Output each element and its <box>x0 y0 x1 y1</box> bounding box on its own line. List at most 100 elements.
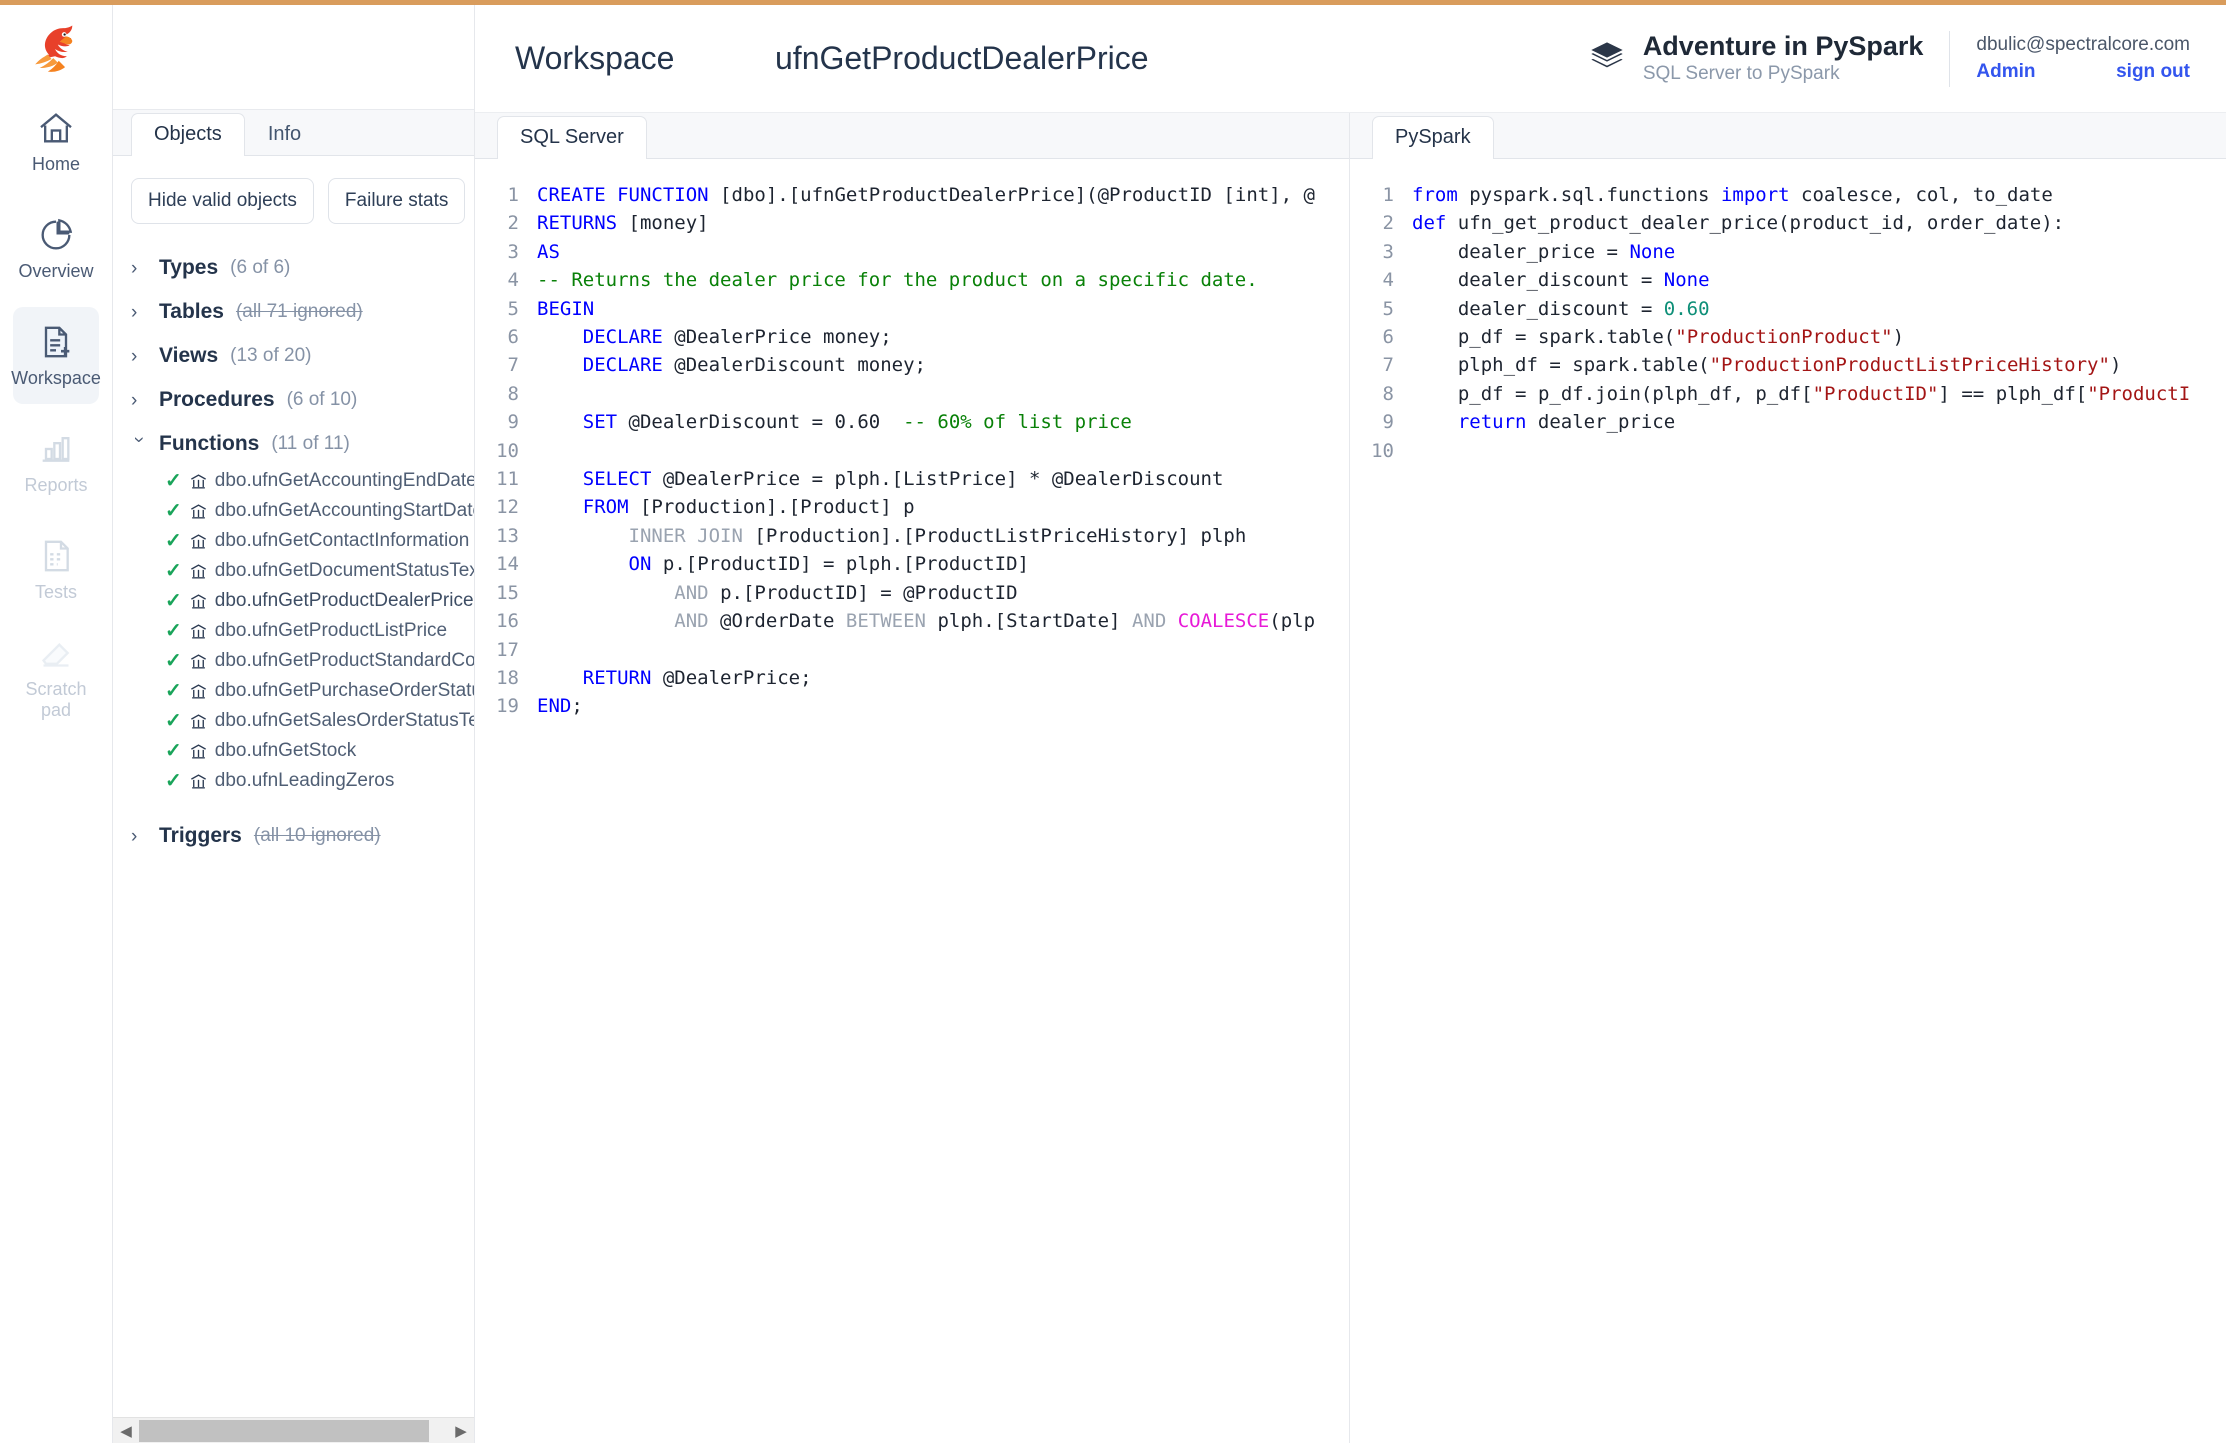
function-name: dbo.ufnGetProductDealerPrice <box>214 590 474 611</box>
scrollbar-track[interactable] <box>139 1418 448 1443</box>
line-number: 1 <box>507 184 519 206</box>
function-icon <box>189 652 208 671</box>
function-list-item[interactable]: ✓ dbo.ufnGetProductListPrice <box>113 616 474 646</box>
code-text: SELECT @DealerPrice = plph.[ListPrice] *… <box>582 468 1224 491</box>
code-line: 16 AND @OrderDate BETWEEN plph.[StartDat… <box>475 607 1349 635</box>
function-list-item[interactable]: ✓ dbo.ufnGetPurchaseOrderStatusText <box>113 676 474 706</box>
failure-stats-button[interactable]: Failure stats <box>327 178 466 224</box>
code-text: dealer_price = None <box>1457 240 1676 263</box>
hide-valid-objects-button[interactable]: Hide valid objects <box>131 178 314 224</box>
tab-objects[interactable]: Objects <box>131 113 245 156</box>
scroll-right-arrow-icon[interactable]: ▶ <box>448 1422 474 1440</box>
code-text: plph_df = spark.table("ProductionProduct… <box>1457 354 2122 377</box>
line-number: 8 <box>507 382 519 405</box>
function-name: dbo.ufnGetAccountingEndDate <box>214 470 474 491</box>
user-block: dbulic@spectralcore.com Admin sign out <box>1950 34 2226 83</box>
sidebar-item-tests[interactable]: Tests <box>13 521 99 618</box>
line-number: 1 <box>1382 184 1394 206</box>
code-line: 8 p_df = p_df.join(plph_df, p_df["Produc… <box>1350 380 2226 408</box>
line-number: 6 <box>1382 326 1394 349</box>
eraser-icon <box>36 633 76 673</box>
valid-check-icon: ✓ <box>165 470 182 492</box>
line-number: 10 <box>496 439 519 462</box>
code-line: 10 <box>1350 437 2226 465</box>
valid-check-icon: ✓ <box>165 710 182 732</box>
tree-group-count: (all 71 ignored) <box>235 301 363 322</box>
objects-panel-horizontal-scrollbar[interactable]: ◀ ▶ <box>113 1417 474 1443</box>
line-number: 14 <box>496 553 519 576</box>
function-list-item[interactable]: ✓ dbo.ufnGetContactInformation <box>113 526 474 556</box>
sidebar-item-workspace[interactable]: Workspace <box>11 307 101 404</box>
scroll-left-arrow-icon[interactable]: ◀ <box>113 1422 139 1440</box>
valid-check-icon: ✓ <box>165 590 182 612</box>
function-list-item[interactable]: ✓ dbo.ufnGetStock <box>113 736 474 766</box>
tree-group-types[interactable]: › Types (6 of 6) <box>113 246 474 290</box>
sidebar-item-label: Scratch pad <box>25 678 87 720</box>
tree-group-views[interactable]: › Views (13 of 20) <box>113 334 474 378</box>
code-line: 17 <box>475 636 1349 664</box>
sidebar-item-home[interactable]: Home <box>13 93 99 190</box>
tree-group-tables[interactable]: › Tables (all 71 ignored) <box>113 290 474 334</box>
user-links: Admin sign out <box>1976 61 2190 83</box>
line-number: 3 <box>1382 240 1394 263</box>
tab-info[interactable]: Info <box>245 113 324 156</box>
function-list-item[interactable]: ✓ dbo.ufnLeadingZeros <box>113 766 474 796</box>
user-email: dbulic@spectralcore.com <box>1976 34 2190 55</box>
tree-group-count: (6 of 10) <box>286 389 358 410</box>
code-text: p_df = p_df.join(plph_df, p_df["ProductI… <box>1457 382 2191 405</box>
code-line: 9 SET @DealerDiscount = 0.60 -- 60% of l… <box>475 408 1349 436</box>
code-text: AND @OrderDate BETWEEN plph.[StartDate] … <box>674 610 1316 633</box>
code-text: -- Returns the dealer price for the prod… <box>537 269 1258 292</box>
function-list-item[interactable]: ✓ dbo.ufnGetProductDealerPrice <box>113 586 474 616</box>
tree-group-count: (13 of 20) <box>230 345 312 366</box>
code-text: CREATE FUNCTION [dbo].[ufnGetProductDeal… <box>537 184 1315 206</box>
function-icon <box>189 742 208 761</box>
workspace-heading: Workspace <box>515 40 675 76</box>
sidebar-item-label: Reports <box>24 475 88 496</box>
sidebar-item-reports[interactable]: Reports <box>13 414 99 511</box>
code-text: dealer_discount = None <box>1457 269 1710 292</box>
tree-group-count: (6 of 6) <box>230 257 291 278</box>
code-text: AS <box>537 240 560 263</box>
function-list-item[interactable]: ✓ dbo.ufnGetAccountingStartDate <box>113 496 474 526</box>
test-doc-icon <box>36 536 76 576</box>
code-text: INNER JOIN [Production].[ProductListPric… <box>628 524 1247 547</box>
code-line: 7 DECLARE @DealerDiscount money; <box>475 351 1349 379</box>
tab-sql-server[interactable]: SQL Server <box>497 116 647 159</box>
code-text: FROM [Production].[Product] p <box>582 496 915 519</box>
pyspark-code-area[interactable]: 1 from pyspark.sql.functions import coale… <box>1350 159 2226 1443</box>
sql-code[interactable]: 1 CREATE FUNCTION [dbo].[ufnGetProductDea… <box>475 181 1349 721</box>
tree-group-triggers[interactable]: › Triggers (all 10 ignored) <box>113 814 474 858</box>
valid-check-icon: ✓ <box>165 650 182 672</box>
sign-out-link[interactable]: sign out <box>2116 61 2190 83</box>
admin-link[interactable]: Admin <box>1976 61 2035 83</box>
sidebar-item-scratch-pad[interactable]: Scratch pad <box>13 628 99 725</box>
function-list-item[interactable]: ✓ dbo.ufnGetSalesOrderStatusText <box>113 706 474 736</box>
code-line: 13 INNER JOIN [Production].[ProductListP… <box>475 522 1349 550</box>
function-icon <box>189 592 208 611</box>
valid-check-icon: ✓ <box>165 560 182 582</box>
line-number: 12 <box>496 496 519 519</box>
function-list-item[interactable]: ✓ dbo.ufnGetDocumentStatusText <box>113 556 474 586</box>
valid-check-icon: ✓ <box>165 530 182 552</box>
parrot-logo-icon[interactable] <box>20 13 92 85</box>
function-list-item[interactable]: ✓ dbo.ufnGetAccountingEndDate <box>113 466 474 496</box>
tree-group-procedures[interactable]: › Procedures (6 of 10) <box>113 378 474 422</box>
line-number: 5 <box>507 297 519 320</box>
layers-stack-icon <box>1587 38 1627 78</box>
tree-group-count: (11 of 11) <box>271 433 350 454</box>
sql-code-area[interactable]: 1 CREATE FUNCTION [dbo].[ufnGetProductDea… <box>475 159 1349 1443</box>
valid-check-icon: ✓ <box>165 770 182 792</box>
function-list-item[interactable]: ✓ dbo.ufnGetProductStandardCost <box>113 646 474 676</box>
tab-pyspark[interactable]: PySpark <box>1372 116 1494 159</box>
scrollbar-thumb[interactable] <box>139 1419 429 1442</box>
code-line: 2 RETURNS [money] <box>475 209 1349 237</box>
sidebar-item-overview[interactable]: Overview <box>13 200 99 297</box>
objects-panel-body: Hide valid objects Failure stats › Types… <box>113 156 474 1443</box>
tree-group-functions[interactable]: › Functions (11 of 11) <box>113 422 474 466</box>
code-text: RETURNS [money] <box>537 212 709 235</box>
function-name: dbo.ufnGetDocumentStatusText <box>214 560 474 581</box>
code-line: 5 dealer_discount = 0.60 <box>1350 295 2226 323</box>
pyspark-code[interactable]: 1 from pyspark.sql.functions import coale… <box>1350 181 2226 465</box>
function-name: dbo.ufnGetContactInformation <box>214 530 470 551</box>
